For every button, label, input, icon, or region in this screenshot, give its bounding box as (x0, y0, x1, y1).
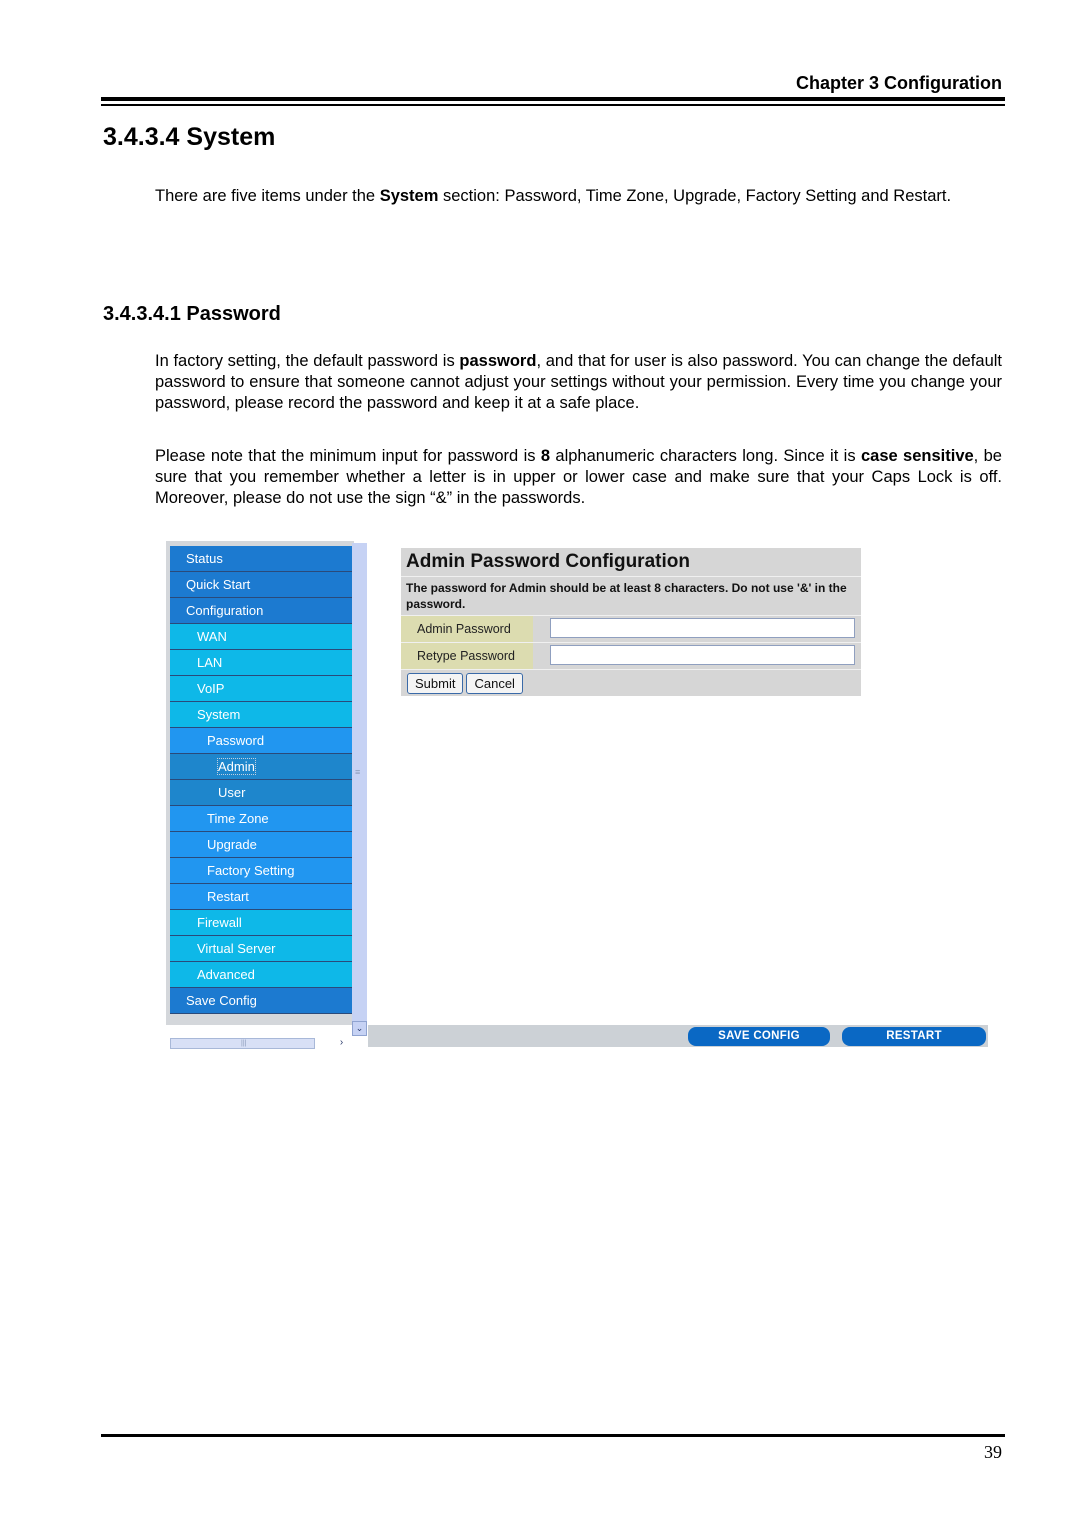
nav-item-restart[interactable]: Restart (170, 884, 352, 910)
admin-password-input[interactable] (550, 618, 855, 638)
p2-text-mid: alphanumeric characters long. Since it i… (550, 447, 861, 465)
nav-item-label: Status (186, 551, 223, 566)
nav-item-system[interactable]: System (170, 702, 352, 728)
cancel-button[interactable]: Cancel (466, 673, 523, 694)
vertical-scrollbar[interactable]: ≡ (352, 543, 367, 1021)
password-paragraph-2: Please note that the minimum input for p… (155, 446, 1002, 509)
nav-item-advanced[interactable]: Advanced (170, 962, 352, 988)
nav-item-label: VoIP (197, 681, 225, 696)
nav-item-label: Factory Setting (207, 863, 295, 878)
nav-item-label: Upgrade (207, 837, 257, 852)
scroll-down-icon[interactable]: ⌄ (352, 1021, 367, 1036)
chapter-header: Chapter 3 Configuration (796, 73, 1002, 93)
section-title: 3.4.3.4 System (103, 123, 276, 151)
nav-item-upgrade[interactable]: Upgrade (170, 832, 352, 858)
admin-password-row: Admin Password (401, 616, 861, 643)
nav-item-voip[interactable]: VoIP (170, 676, 352, 702)
nav-item-label: Password (207, 733, 265, 748)
password-paragraph-1: In factory setting, the default password… (155, 351, 1002, 414)
nav-item-label: LAN (197, 655, 223, 670)
bottom-action-bar: SAVE CONFIG RESTART (368, 1025, 988, 1047)
nav-item-user[interactable]: User (170, 780, 352, 806)
p1-bold: password (459, 352, 537, 370)
content-area: Admin Password Configuration The passwor… (368, 541, 990, 1025)
intro-bold: System (379, 187, 439, 205)
nav-item-firewall[interactable]: Firewall (170, 910, 352, 936)
nav-item-label: Configuration (186, 603, 264, 618)
submit-button[interactable]: Submit (407, 673, 464, 694)
header-rule-thick (101, 97, 1005, 101)
nav-item-factory-setting[interactable]: Factory Setting (170, 858, 352, 884)
nav-item-quick-start[interactable]: Quick Start (170, 572, 352, 598)
retype-password-row: Retype Password (401, 643, 861, 670)
nav-item-label: WAN (197, 629, 227, 644)
nav-item-configuration[interactable]: Configuration (170, 598, 352, 624)
nav-item-label: Advanced (197, 967, 255, 982)
nav-item-virtual-server[interactable]: Virtual Server (170, 936, 352, 962)
nav-item-save-config[interactable]: Save Config (170, 988, 352, 1014)
horizontal-scrollbar[interactable]: ||| (170, 1038, 315, 1049)
footer-rule (101, 1434, 1005, 1437)
subsection-title: 3.4.3.4.1 Password (103, 303, 281, 325)
intro-text-end: section: Password, Time Zone, Upgrade, F… (438, 187, 952, 205)
nav-item-label: Virtual Server (197, 941, 276, 956)
section-intro: There are five items under the System se… (155, 186, 1002, 207)
save-config-button[interactable]: SAVE CONFIG (688, 1027, 830, 1046)
panel-title: Admin Password Configuration (401, 548, 861, 577)
header-rule-thin (101, 104, 1005, 106)
button-row: Submit Cancel (401, 670, 861, 696)
panel-description: The password for Admin should be at leas… (401, 577, 861, 616)
nav-item-label: Firewall (197, 915, 242, 930)
retype-password-label: Retype Password (401, 643, 533, 669)
nav-item-time-zone[interactable]: Time Zone (170, 806, 352, 832)
nav-item-label: User (218, 785, 246, 800)
p2-bold-number: 8 (540, 447, 551, 465)
p2-text: Please note that the minimum input for p… (155, 447, 541, 465)
nav-item-label: System (197, 707, 241, 722)
page-number: 39 (984, 1442, 1002, 1462)
scroll-right-icon[interactable]: › (334, 1038, 349, 1049)
p1-text: In factory setting, the default password… (155, 352, 460, 370)
nav-item-label: Restart (207, 889, 249, 904)
admin-password-label: Admin Password (401, 616, 533, 642)
nav-item-wan[interactable]: WAN (170, 624, 352, 650)
sidebar: Status Quick Start Configuration WAN LAN VoIP… (166, 541, 367, 1049)
hscroll-grip-icon: ||| (241, 1040, 247, 1047)
nav-item-status[interactable]: Status (170, 546, 352, 572)
scroll-grip-icon: ≡ (355, 767, 361, 777)
admin-password-cell (533, 616, 861, 642)
retype-password-cell (533, 643, 861, 669)
nav-item-label: Admin (217, 758, 256, 775)
nav-item-label: Quick Start (186, 577, 251, 592)
nav-item-label: Save Config (186, 993, 257, 1008)
nav-item-label: Time Zone (207, 811, 269, 826)
retype-password-input[interactable] (550, 645, 855, 665)
ui-screenshot: Status Quick Start Configuration WAN LAN VoIP… (166, 541, 990, 1049)
admin-password-panel: Admin Password Configuration The passwor… (401, 548, 861, 696)
nav-item-lan[interactable]: LAN (170, 650, 352, 676)
nav-item-admin[interactable]: Admin (170, 754, 352, 780)
intro-text: There are five items under the (155, 187, 380, 205)
nav-menu: Status Quick Start Configuration WAN LAN VoIP… (170, 546, 352, 1014)
p2-bold-case: case sensitive (860, 447, 974, 465)
nav-item-password[interactable]: Password (170, 728, 352, 754)
restart-button[interactable]: RESTART (842, 1027, 986, 1046)
